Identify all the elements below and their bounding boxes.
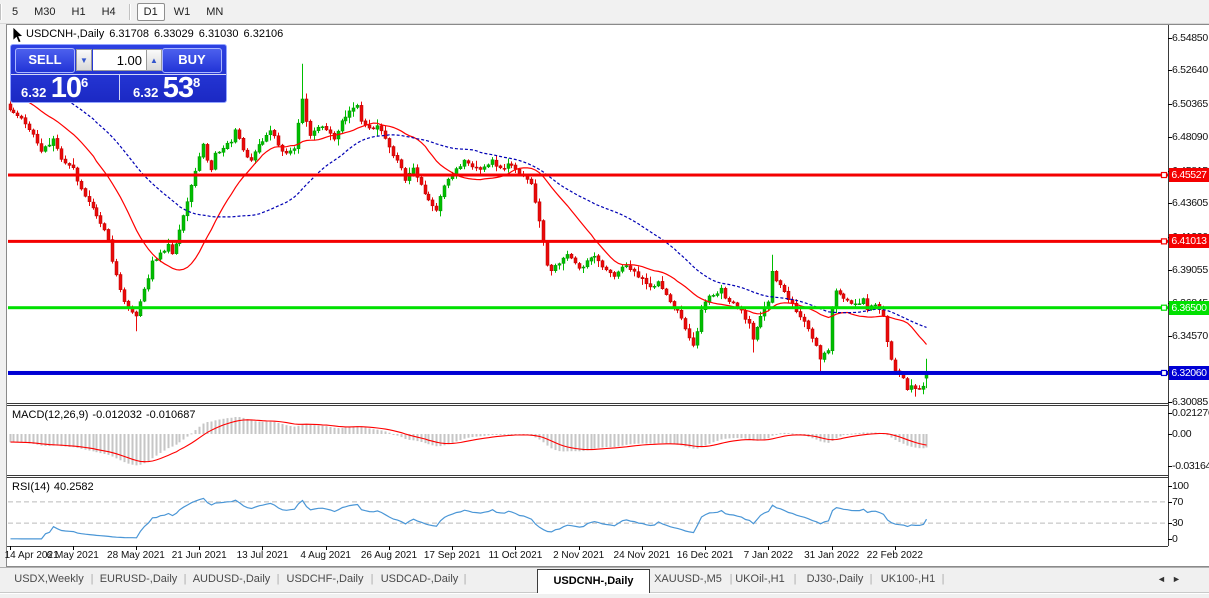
macd-axis-label: 0.021276 xyxy=(1172,407,1209,419)
date-tick-label: 21 Jun 2021 xyxy=(172,550,227,561)
tab-xauusd-m5[interactable]: XAUUSD-,M5 xyxy=(654,573,722,585)
one-click-trade-panel: SELL ▼ ▲ BUY 6.32 106 6.32 538 xyxy=(10,44,227,103)
date-tick-label: 13 Jul 2021 xyxy=(237,550,289,561)
chart-symbol-period: USDCNH-,Daily xyxy=(26,28,104,40)
hline-price-label[interactable]: 6.36500 xyxy=(1169,301,1209,315)
tab-dj30-daily[interactable]: DJ30-,Daily xyxy=(807,573,864,585)
hline-price-label[interactable]: 6.41013 xyxy=(1169,234,1209,248)
rsi-value: 40.2582 xyxy=(54,481,94,493)
tab-usdcnh-daily[interactable]: USDCNH-,Daily xyxy=(537,569,650,593)
date-tick-label: 22 Feb 2022 xyxy=(867,550,923,561)
tab-separator: | xyxy=(91,573,94,585)
sell-button[interactable]: SELL xyxy=(15,48,75,73)
tab-usdx-weekly[interactable]: USDX,Weekly xyxy=(14,573,83,585)
volume-increase-button[interactable]: ▲ xyxy=(146,49,162,71)
tab-separator: | xyxy=(277,573,280,585)
panel-divider-vertical xyxy=(119,75,120,100)
date-tick-label: 2 Nov 2021 xyxy=(553,550,604,561)
tab-separator: | xyxy=(730,573,733,585)
rsi-label: RSI(14) 40.2582 xyxy=(12,481,98,493)
mt4-window: 5M30H1H4D1W1MN USDCNH-,Daily6.317086.330… xyxy=(0,0,1209,598)
price-tick-label: 6.34570 xyxy=(1172,330,1208,342)
volume-decrease-button[interactable]: ▼ xyxy=(76,49,92,71)
tab-eurusd-daily[interactable]: EURUSD-,Daily xyxy=(100,573,178,585)
price-tick-label: 6.54850 xyxy=(1172,32,1208,44)
macd-value-signal: -0.010687 xyxy=(146,409,196,421)
macd-value-main: -0.012032 xyxy=(92,409,142,421)
symbol-tabstrip: USDX,Weekly EURUSD-,Daily AUDUSD-,Daily USD… xyxy=(0,567,1209,593)
price-tick-label: 6.43605 xyxy=(1172,197,1208,209)
date-tick-label: 4 Aug 2021 xyxy=(300,550,351,561)
tab-separator: | xyxy=(942,573,945,585)
macd-name: MACD(12,26,9) xyxy=(12,409,88,421)
ohlc-high: 6.33029 xyxy=(154,28,194,40)
volume-input[interactable] xyxy=(93,49,146,71)
tab-audusd-daily[interactable]: AUDUSD-,Daily xyxy=(193,573,271,585)
date-tick-label: 31 Jan 2022 xyxy=(804,550,859,561)
tab-usdcad-daily[interactable]: USDCAD-,Daily xyxy=(381,573,459,585)
macd-axis-label: 0.00 xyxy=(1172,428,1191,440)
ask-price[interactable]: 6.32 538 xyxy=(133,74,200,103)
tab-uk100-h1[interactable]: UK100-,H1 xyxy=(881,573,935,585)
price-tick-label: 6.48090 xyxy=(1172,131,1208,143)
hline-price-label[interactable]: 6.32060 xyxy=(1169,366,1209,380)
ask-price-sup: 8 xyxy=(193,75,200,90)
tabs-scroll-right-icon[interactable]: ► xyxy=(1172,574,1181,584)
tab-separator: | xyxy=(870,573,873,585)
date-tick-label: 28 May 2021 xyxy=(107,550,165,561)
tab-usdchf-daily[interactable]: USDCHF-,Daily xyxy=(287,573,364,585)
price-tick-label: 6.50365 xyxy=(1172,98,1208,110)
rsi-name: RSI(14) xyxy=(12,481,50,493)
tabs-scroll-left-icon[interactable]: ◄ xyxy=(1157,574,1166,584)
tab-separator: | xyxy=(464,573,467,585)
tab-separator: | xyxy=(184,573,187,585)
rsi-axis-label: 0 xyxy=(1172,533,1178,545)
tab-ukoil-h1[interactable]: UKOil-,H1 xyxy=(735,573,785,585)
price-tick-label: 6.52640 xyxy=(1172,64,1208,76)
date-tick-label: 24 Nov 2021 xyxy=(614,550,671,561)
date-tick-label: 7 Jan 2022 xyxy=(744,550,794,561)
price-tick-label: 6.39055 xyxy=(1172,264,1208,276)
date-tick-label: 6 May 2021 xyxy=(47,550,99,561)
bid-price-small: 6.32 xyxy=(21,85,46,100)
rsi-axis-label: 30 xyxy=(1172,517,1183,529)
date-tick-label: 17 Sep 2021 xyxy=(424,550,481,561)
tab-separator: | xyxy=(371,573,374,585)
ohlc-open: 6.31708 xyxy=(109,28,149,40)
tab-separator: | xyxy=(794,573,797,585)
bid-price-sup: 6 xyxy=(81,75,88,90)
macd-axis-label: -0.031644 xyxy=(1172,460,1209,472)
ohlc-low: 6.31030 xyxy=(199,28,239,40)
chart-title: USDCNH-,Daily 6.31708 6.33029 6.31030 6.3210… xyxy=(26,28,288,40)
mouse-cursor-icon xyxy=(12,27,24,44)
ohlc-close: 6.32106 xyxy=(244,28,284,40)
rsi-axis-label: 100 xyxy=(1172,480,1189,492)
hline-price-label[interactable]: 6.45527 xyxy=(1169,168,1209,182)
date-tick-label: 11 Oct 2021 xyxy=(489,550,543,561)
buy-button[interactable]: BUY xyxy=(162,48,222,73)
ask-price-small: 6.32 xyxy=(133,85,158,100)
bid-price-big: 10 xyxy=(51,72,81,104)
date-tick-label: 26 Aug 2021 xyxy=(361,550,417,561)
bid-price[interactable]: 6.32 106 xyxy=(21,74,88,103)
date-tick-label: 16 Dec 2021 xyxy=(677,550,734,561)
macd-label: MACD(12,26,9) -0.012032 -0.010687 xyxy=(12,409,200,421)
rsi-axis-label: 70 xyxy=(1172,496,1183,508)
ask-price-big: 53 xyxy=(163,72,193,104)
